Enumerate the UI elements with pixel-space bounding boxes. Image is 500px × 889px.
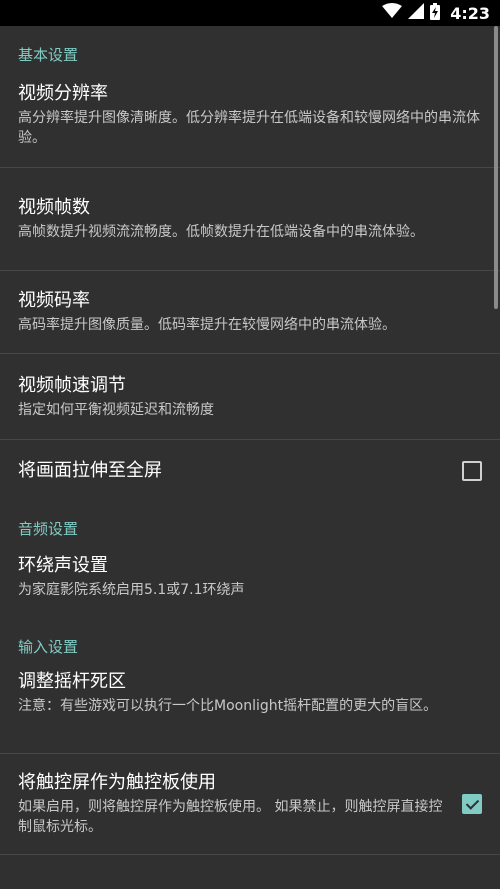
pref-video-resolution[interactable]: 视频分辨率 高分辨率提升图像清晰度。低分辨率提升在低端设备和较慢网络中的串流体验… (0, 82, 500, 167)
touchscreen-trackpad-checkbox[interactable] (462, 794, 482, 814)
status-time: 4:23 (450, 3, 490, 23)
signal-icon (408, 3, 425, 23)
pref-deadzone[interactable]: 调整摇杆死区 注意：有些游戏可以执行一个比Moonlight摇杆配置的更大的盲区… (0, 670, 500, 753)
pref-title: 视频帧速调节 (18, 374, 126, 396)
section-header-audio: 音频设置 (18, 519, 79, 538)
divider (0, 854, 500, 855)
stretch-fullscreen-checkbox[interactable] (462, 461, 482, 481)
pref-surround-sound[interactable]: 环绕声设置 为家庭影院系统启用5.1或7.1环绕声 (0, 554, 500, 622)
pref-title: 将触控屏作为触控板使用 (18, 772, 216, 793)
section-header-basic: 基本设置 (18, 45, 79, 64)
pref-title: 将画面拉伸至全屏 (18, 460, 162, 481)
pref-summary: 注意：有些游戏可以执行一个比Moonlight摇杆配置的更大的盲区。 (18, 698, 438, 714)
settings-list[interactable]: 基本设置 视频分辨率 高分辨率提升图像清晰度。低分辨率提升在低端设备和较慢网络中… (0, 26, 500, 855)
pref-summary: 高分辨率提升图像清晰度。低分辨率提升在低端设备和较慢网络中的串流体验。 (18, 110, 480, 146)
pref-title: 环绕声设置 (18, 555, 108, 576)
pref-video-framerate[interactable]: 视频帧数 高帧数提升视频流流畅度。低帧数提升在低端设备中的串流体验。 (0, 168, 500, 270)
pref-touchscreen-trackpad[interactable]: 将触控屏作为触控板使用 如果启用，则将触控屏作为触控板使用。 如果禁止，则触控屏… (0, 754, 500, 854)
section-header-input: 输入设置 (18, 637, 79, 656)
pref-video-bitrate[interactable]: 视频码率 高码率提升图像质量。低码率提升在较慢网络中的串流体验。 (0, 271, 500, 353)
pref-summary: 指定如何平衡视频延迟和流畅度 (18, 401, 214, 418)
wifi-icon (382, 3, 403, 23)
pref-stretch-fullscreen[interactable]: 将画面拉伸至全屏 (0, 440, 500, 502)
pref-summary: 如果启用，则将触控屏作为触控板使用。 如果禁止，则触控屏直接控制鼠标光标。 (18, 799, 443, 835)
battery-charging-icon (430, 2, 441, 24)
pref-title: 调整摇杆死区 (18, 671, 126, 692)
pref-title: 视频分辨率 (18, 83, 108, 104)
scrollbar[interactable] (494, 26, 498, 309)
pref-summary: 高帧数提升视频流流畅度。低帧数提升在低端设备中的串流体验。 (18, 224, 424, 240)
pref-summary: 高码率提升图像质量。低码率提升在较慢网络中的串流体验。 (18, 317, 396, 333)
pref-summary: 为家庭影院系统启用5.1或7.1环绕声 (18, 582, 245, 598)
pref-title: 视频帧数 (18, 197, 90, 218)
status-bar: 4:23 (0, 0, 500, 26)
pref-frame-pacing[interactable]: 视频帧速调节 指定如何平衡视频延迟和流畅度 (0, 354, 500, 439)
pref-title: 视频码率 (18, 290, 90, 311)
